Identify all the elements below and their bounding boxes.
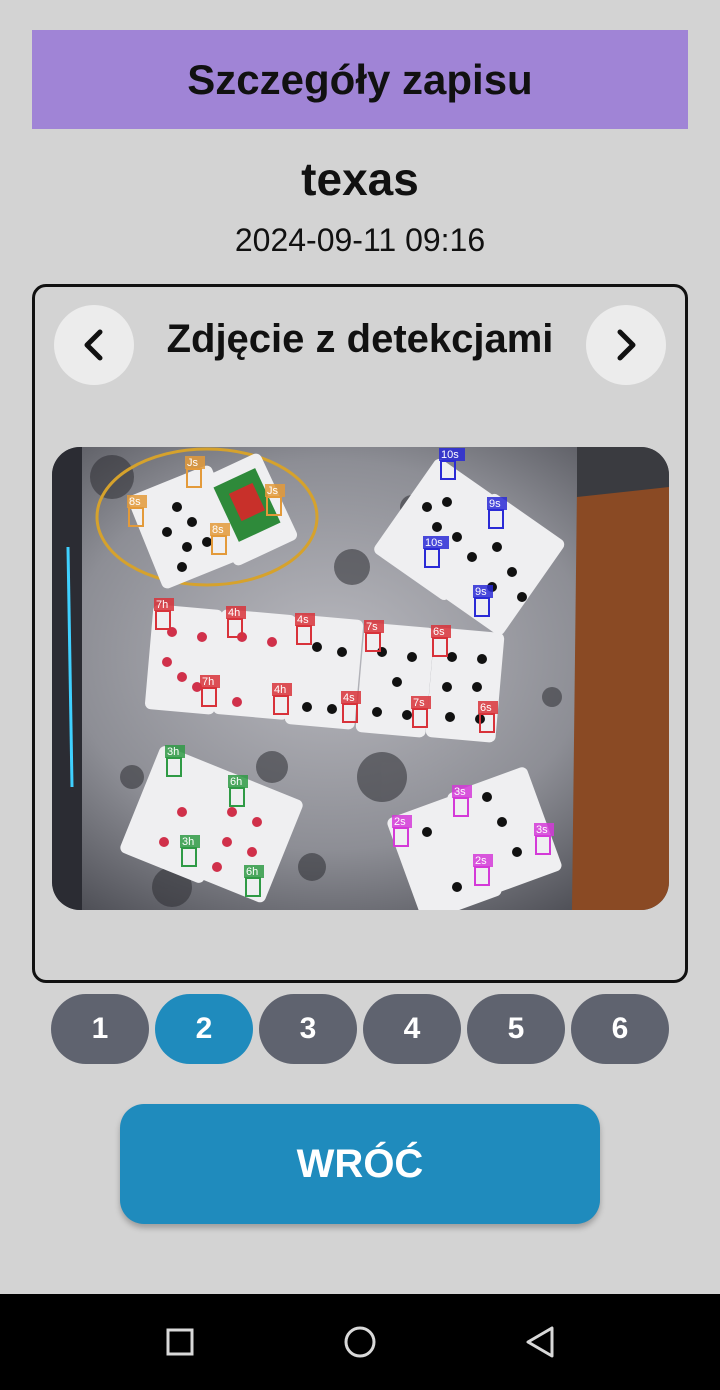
detection-label: 2s	[475, 855, 487, 867]
image-viewer-panel: Zdjęcie z detekcjami Js 8s 8s Js 10s 9s …	[32, 284, 688, 983]
detection-label: 7s	[366, 621, 378, 633]
detection-label: 9s	[489, 498, 501, 510]
page-button-5[interactable]: 5	[467, 994, 565, 1064]
header-bar: Szczegóły zapisu	[32, 30, 688, 129]
detection-label: 4h	[274, 684, 286, 696]
detection-label: 10s	[425, 537, 443, 549]
detection-label: 4s	[297, 614, 309, 626]
detection-label: 3s	[454, 786, 466, 798]
next-image-button[interactable]	[586, 305, 666, 385]
detection-label: Js	[187, 457, 199, 469]
circle-home-icon[interactable]	[340, 1322, 380, 1362]
detection-label: 8s	[129, 496, 141, 508]
detection-label: 3h	[167, 746, 179, 758]
detection-label: Js	[267, 485, 279, 497]
detection-label: 6h	[246, 866, 258, 878]
square-recent-icon[interactable]	[160, 1322, 200, 1362]
back-button[interactable]: WRÓĆ	[120, 1104, 600, 1224]
detection-label: 2s	[394, 816, 406, 828]
page-button-2[interactable]: 2	[155, 994, 253, 1064]
page-title: Szczegóły zapisu	[187, 55, 533, 103]
detection-label: 4h	[228, 607, 240, 619]
record-name: texas	[301, 153, 419, 205]
page-button-6[interactable]: 6	[571, 994, 669, 1064]
system-navigation-bar	[0, 1294, 720, 1390]
detection-label: 6h	[230, 776, 242, 788]
triangle-back-icon[interactable]	[520, 1322, 560, 1362]
detection-label: 4s	[343, 692, 355, 704]
detection-label: 9s	[475, 586, 487, 598]
image-pagination: 1 2 3 4 5 6	[51, 994, 671, 1064]
detection-label: 7h	[156, 599, 168, 611]
detection-label: 6s	[480, 702, 492, 714]
detection-label: 3s	[536, 824, 548, 836]
record-datetime: 2024-09-11 09:16	[234, 222, 486, 258]
chevron-right-icon	[617, 329, 636, 361]
viewer-title: Zdjęcie z detekcjami	[166, 317, 554, 361]
page-button-1[interactable]: 1	[51, 994, 149, 1064]
detection-label: 7h	[202, 676, 214, 688]
detection-label: 10s	[441, 449, 459, 461]
page-button-4[interactable]: 4	[363, 994, 461, 1064]
detection-photo: Js 8s 8s Js 10s 9s 10s 9s 7h 4h 4s 7s 6s 7h 4h 4s 7s 6s 3h…	[52, 447, 669, 910]
detection-label: 7s	[413, 697, 425, 709]
detection-label: 8s	[212, 524, 224, 536]
detection-label: 3h	[182, 836, 194, 848]
page-button-3[interactable]: 3	[259, 994, 357, 1064]
prev-image-button[interactable]	[54, 305, 134, 385]
chevron-left-icon	[84, 329, 103, 361]
detection-label: 6s	[433, 626, 445, 638]
